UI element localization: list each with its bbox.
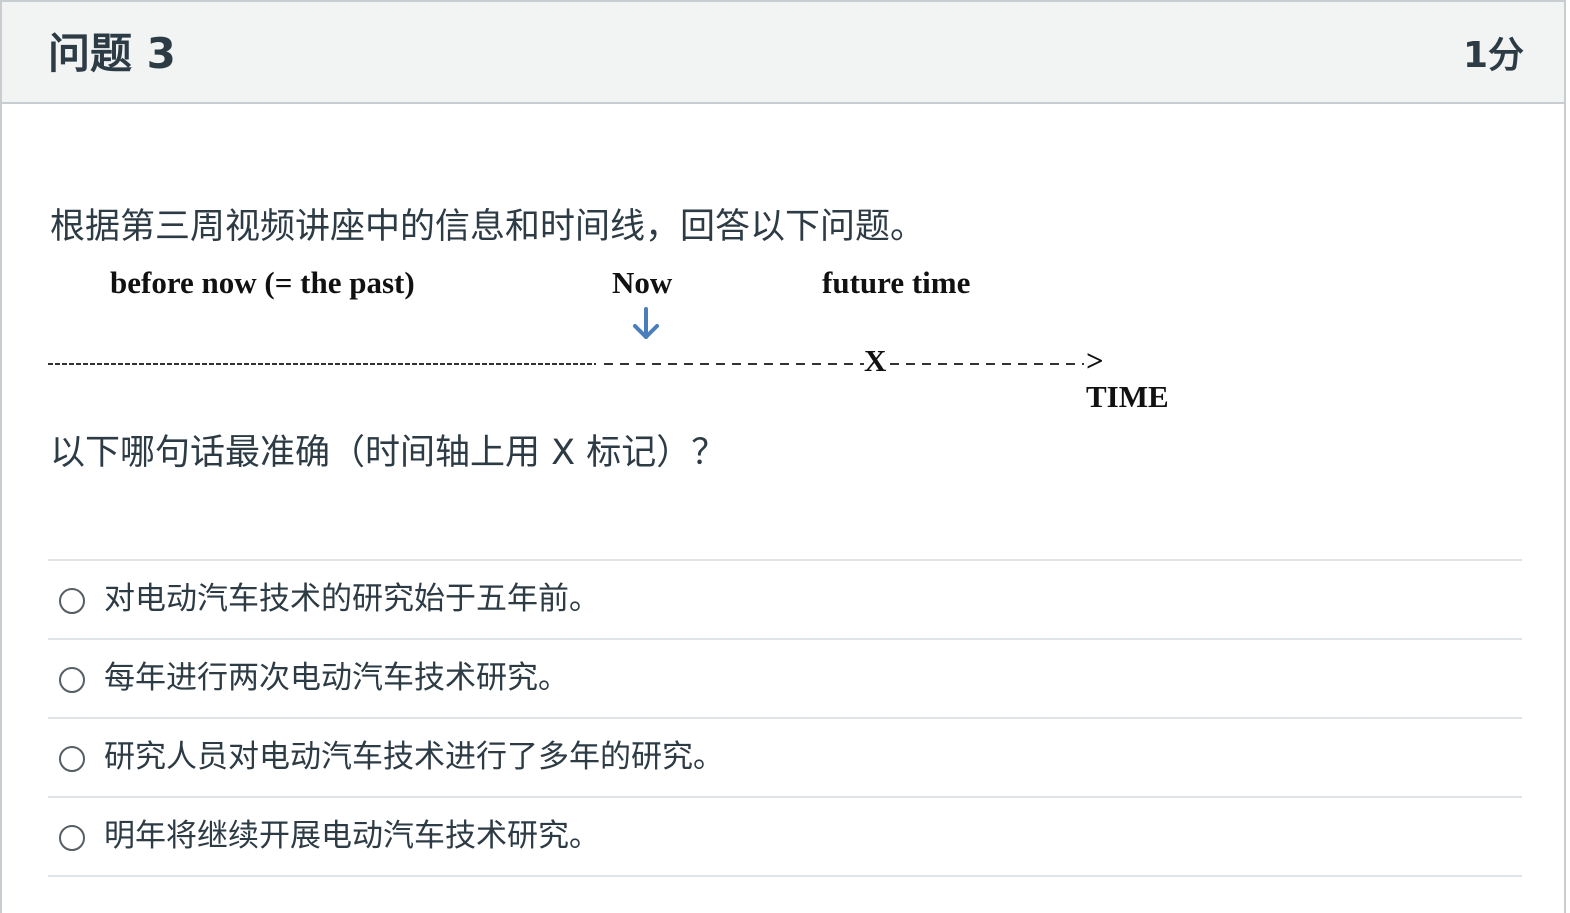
answer-label: 明年将继续开展电动汽车技术研究。 xyxy=(104,818,600,854)
radio-button[interactable] xyxy=(59,825,85,851)
question-intro: 根据第三周视频讲座中的信息和时间线，回答以下问题。 xyxy=(50,207,926,247)
quiz-question-card: 问题 3 1分 根据第三周视频讲座中的信息和时间线，回答以下问题。 before… xyxy=(0,0,1566,913)
timeline-axis-label: > TIME xyxy=(1086,343,1169,414)
question-title: 问题 3 xyxy=(48,29,176,78)
question-header: 问题 3 1分 xyxy=(2,2,1564,104)
timeline-marker-x: X xyxy=(864,343,887,378)
timeline-axis xyxy=(48,363,1084,365)
question-prompt: 以下哪句话最准确（时间轴上用 X 标记）？ xyxy=(50,433,727,473)
timeline-future-label: future time xyxy=(822,265,971,300)
timeline-image: before now (= the past) Now future time … xyxy=(48,259,1188,414)
answer-option-1[interactable]: 对电动汽车技术的研究始于五年前。 xyxy=(48,561,1522,640)
answer-option-3[interactable]: 研究人员对电动汽车技术进行了多年的研究。 xyxy=(48,719,1522,798)
down-arrow-icon xyxy=(633,307,659,339)
radio-button[interactable] xyxy=(59,746,85,772)
timeline-past-label: before now (= the past) xyxy=(110,265,415,300)
answer-label: 研究人员对电动汽车技术进行了多年的研究。 xyxy=(104,739,724,775)
answer-list: 对电动汽车技术的研究始于五年前。 每年进行两次电动汽车技术研究。 研究人员对电动… xyxy=(48,559,1522,877)
answer-option-2[interactable]: 每年进行两次电动汽车技术研究。 xyxy=(48,640,1522,719)
answer-label: 每年进行两次电动汽车技术研究。 xyxy=(104,660,569,696)
timeline-now-label: Now xyxy=(612,265,673,300)
radio-button[interactable] xyxy=(59,588,85,614)
question-points: 1分 xyxy=(1462,35,1524,76)
answer-label: 对电动汽车技术的研究始于五年前。 xyxy=(104,581,600,617)
answer-option-4[interactable]: 明年将继续开展电动汽车技术研究。 xyxy=(48,798,1522,877)
radio-button[interactable] xyxy=(59,667,85,693)
